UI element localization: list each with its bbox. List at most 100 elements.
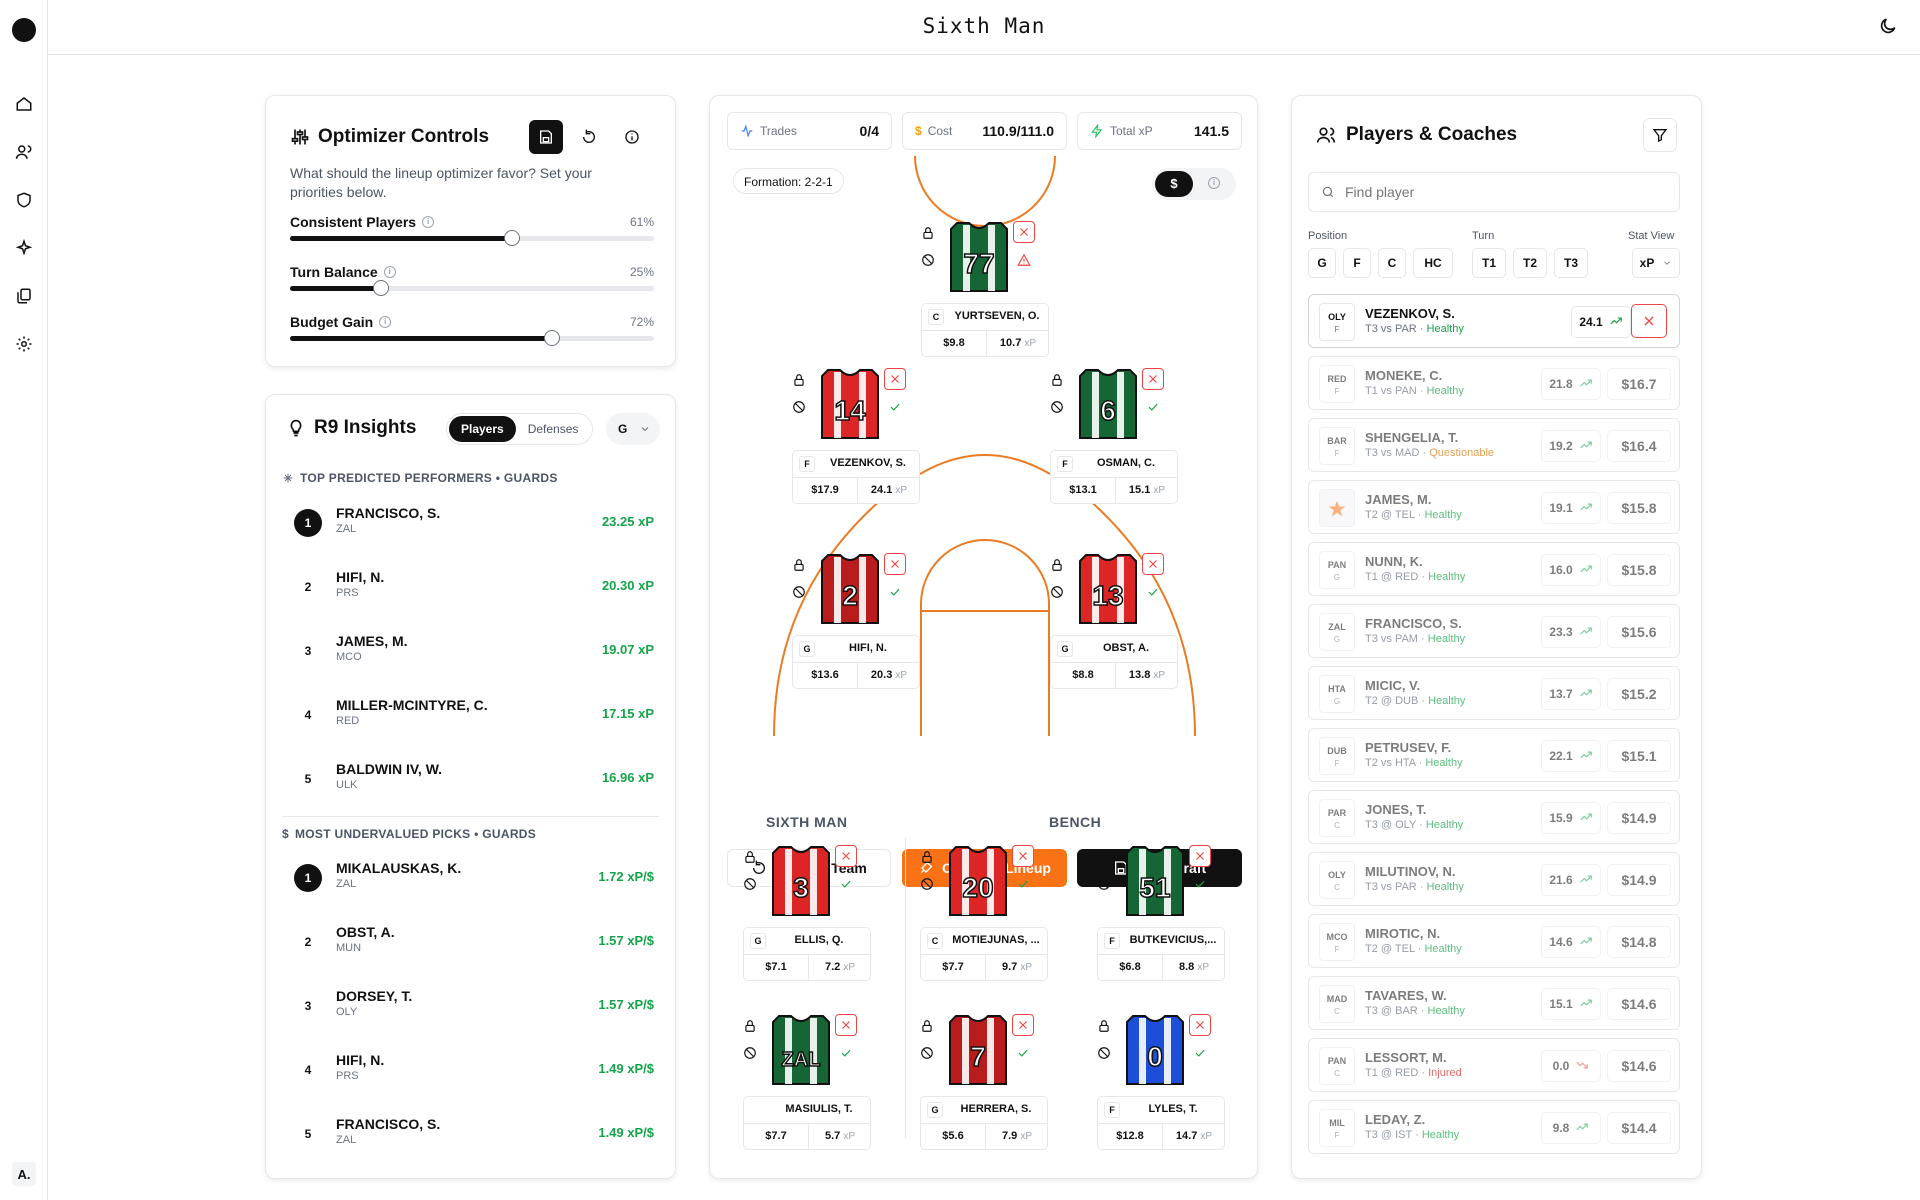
remove-player-button[interactable] [884,368,906,390]
filter-position-hc[interactable]: HC [1413,248,1453,278]
tab-players[interactable]: Players [449,416,516,442]
insight-row[interactable]: 3 DORSEY, T. OLY 1.57 xP/$ [294,982,654,1032]
avatar[interactable]: A. [12,1162,36,1186]
slider-track[interactable] [290,280,654,296]
player-row[interactable]: OLY C MILUTINOV, N. T3 vs PAR · Healthy 21.6… [1308,852,1680,906]
shield-icon[interactable] [14,190,34,210]
player-row[interactable]: OLY F VEZENKOV, S. T3 vs PAR · Healthy 24.1 [1308,294,1680,348]
insight-row[interactable]: 2 HIFI, N. PRS 20.30 xP [294,563,654,613]
home-icon[interactable] [14,94,34,114]
price-badge[interactable]: $15.8 [1607,492,1671,524]
slider-thumb[interactable] [373,280,389,296]
price-badge[interactable]: $14.4 [1607,1112,1671,1144]
position-select[interactable]: G [606,413,660,445]
filter-turn-t1[interactable]: T1 [1472,248,1506,278]
remove-player-button[interactable] [1012,1014,1034,1036]
remove-player-button[interactable] [1189,1014,1211,1036]
roster-player[interactable]: 20 C MOTIEJUNAS, ... $7.7 9.7 xP [920,845,1050,981]
reset-button[interactable] [572,120,606,154]
roster-player[interactable]: 13 G OBST, A. $8.8 13.8 xP [1050,553,1180,689]
remove-player-button[interactable] [1631,304,1667,338]
sparkles-icon[interactable] [14,238,34,258]
price-badge[interactable]: $16.7 [1607,368,1671,400]
player-row[interactable]: RED F MONEKE, C. T1 vs PAN · Healthy 21.8 $16… [1308,356,1680,410]
price-badge[interactable]: $15.6 [1607,616,1671,648]
documents-icon[interactable] [14,286,34,306]
insight-row[interactable]: 4 MILLER-MCINTYRE, C. RED 17.15 xP [294,691,654,741]
filter-turn-t2[interactable]: T2 [1513,248,1547,278]
lock-icon[interactable] [1050,373,1066,389]
insight-row[interactable]: 1 FRANCISCO, S. ZAL 23.25 xP [294,499,654,549]
settings-icon[interactable] [14,334,34,354]
remove-player-button[interactable] [835,1014,857,1036]
remove-player-button[interactable] [884,553,906,575]
player-row[interactable]: BAR F SHENGELIA, T. T3 vs MAD · Questionabl… [1308,418,1680,472]
filter-position-g[interactable]: G [1308,248,1336,278]
save-preset-button[interactable] [529,120,563,154]
player-search[interactable] [1308,172,1680,212]
price-badge[interactable]: $14.9 [1607,864,1671,896]
player-row[interactable]: JAMES, M. T2 @ TEL · Healthy 19.1 $15.8 [1308,480,1680,534]
player-row[interactable]: ZAL G FRANCISCO, S. T3 vs PAM · Healthy 23.3… [1308,604,1680,658]
tab-defenses[interactable]: Defenses [516,416,591,442]
exclude-icon[interactable] [1050,585,1066,601]
roster-player[interactable]: 2 G HIFI, N. $13.6 20.3 xP [792,553,922,689]
exclude-icon[interactable] [1097,1046,1113,1062]
optimizer-info-button[interactable] [615,120,649,154]
insight-row[interactable]: 1 MIKALAUSKAS, K. ZAL 1.72 xP/$ [294,854,654,904]
remove-player-button[interactable] [1142,368,1164,390]
info-icon[interactable]: i [383,266,396,278]
roster-player[interactable]: 7 G HERRERA, S. $5.6 7.9 xP [920,1014,1050,1150]
insight-row[interactable]: 3 JAMES, M. MCO 19.07 xP [294,627,654,677]
exclude-icon[interactable] [743,1046,759,1062]
roster-player[interactable]: 6 F OSMAN, C. $13.1 15.1 xP [1050,368,1180,504]
player-row[interactable]: PAR C JONES, T. T3 @ OLY · Healthy 15.9 $14.9 [1308,790,1680,844]
player-row[interactable]: PAN G NUNN, K. T1 @ RED · Healthy 16.0 $15.8 [1308,542,1680,596]
users-icon[interactable] [14,142,34,162]
remove-player-button[interactable] [1189,845,1211,867]
logo-icon[interactable] [12,18,36,42]
lock-icon[interactable] [920,1019,936,1035]
slider-track[interactable] [290,230,654,246]
lock-icon[interactable] [921,226,937,242]
insight-row[interactable]: 5 FRANCISCO, S. ZAL 1.49 xP/$ [294,1110,654,1160]
price-badge[interactable]: $15.2 [1607,678,1671,710]
exclude-icon[interactable] [1097,877,1113,893]
player-row[interactable]: DUB F PETRUSEV, F. T2 vs HTA · Healthy 22.1 $… [1308,728,1680,782]
remove-player-button[interactable] [1142,553,1164,575]
price-badge[interactable]: $14.8 [1607,926,1671,958]
lock-icon[interactable] [1097,1019,1113,1035]
filter-button[interactable] [1643,118,1677,152]
roster-player[interactable]: 77 C YURTSEVEN, O. $9.8 10.7 xP [921,221,1051,357]
exclude-icon[interactable] [1050,400,1066,416]
exclude-icon[interactable] [920,1046,936,1062]
slider-thumb[interactable] [504,230,521,246]
remove-player-button[interactable] [1012,845,1034,867]
lock-icon[interactable] [792,558,808,574]
lock-icon[interactable] [1050,558,1066,574]
roster-player[interactable]: 51 F BUTKEVICIUS,... $6.8 8.8 xP [1097,845,1227,981]
search-input[interactable] [1345,184,1645,200]
player-row[interactable]: HTA G MICIC, V. T2 @ DUB · Healthy 13.7 $15.2 [1308,666,1680,720]
roster-player[interactable]: 0 F LYLES, T. $12.8 14.7 xP [1097,1014,1227,1150]
filter-turn-t3[interactable]: T3 [1554,248,1588,278]
lock-icon[interactable] [792,373,808,389]
exclude-icon[interactable] [792,400,808,416]
theme-toggle-moon-icon[interactable] [1878,16,1900,38]
price-badge[interactable]: $15.8 [1607,554,1671,586]
price-badge[interactable]: $14.6 [1607,1050,1671,1082]
info-icon[interactable]: i [379,316,392,328]
exclude-icon[interactable] [743,877,759,893]
exclude-icon[interactable] [920,877,936,893]
player-row[interactable]: MAD C TAVARES, W. T3 @ BAR · Healthy 15.1 $14… [1308,976,1680,1030]
remove-player-button[interactable] [835,845,857,867]
price-badge[interactable]: $14.6 [1607,988,1671,1020]
insight-row[interactable]: 2 OBST, A. MUN 1.57 xP/$ [294,918,654,968]
price-badge[interactable]: $16.4 [1607,430,1671,462]
lock-icon[interactable] [1097,850,1113,866]
stat-view-select[interactable]: xP [1632,248,1680,278]
roster-player[interactable]: 3 G ELLIS, Q. $7.1 7.2 xP [743,845,873,981]
price-badge[interactable]: $15.1 [1607,740,1671,772]
lock-icon[interactable] [743,1019,759,1035]
slider-thumb[interactable] [544,330,561,346]
